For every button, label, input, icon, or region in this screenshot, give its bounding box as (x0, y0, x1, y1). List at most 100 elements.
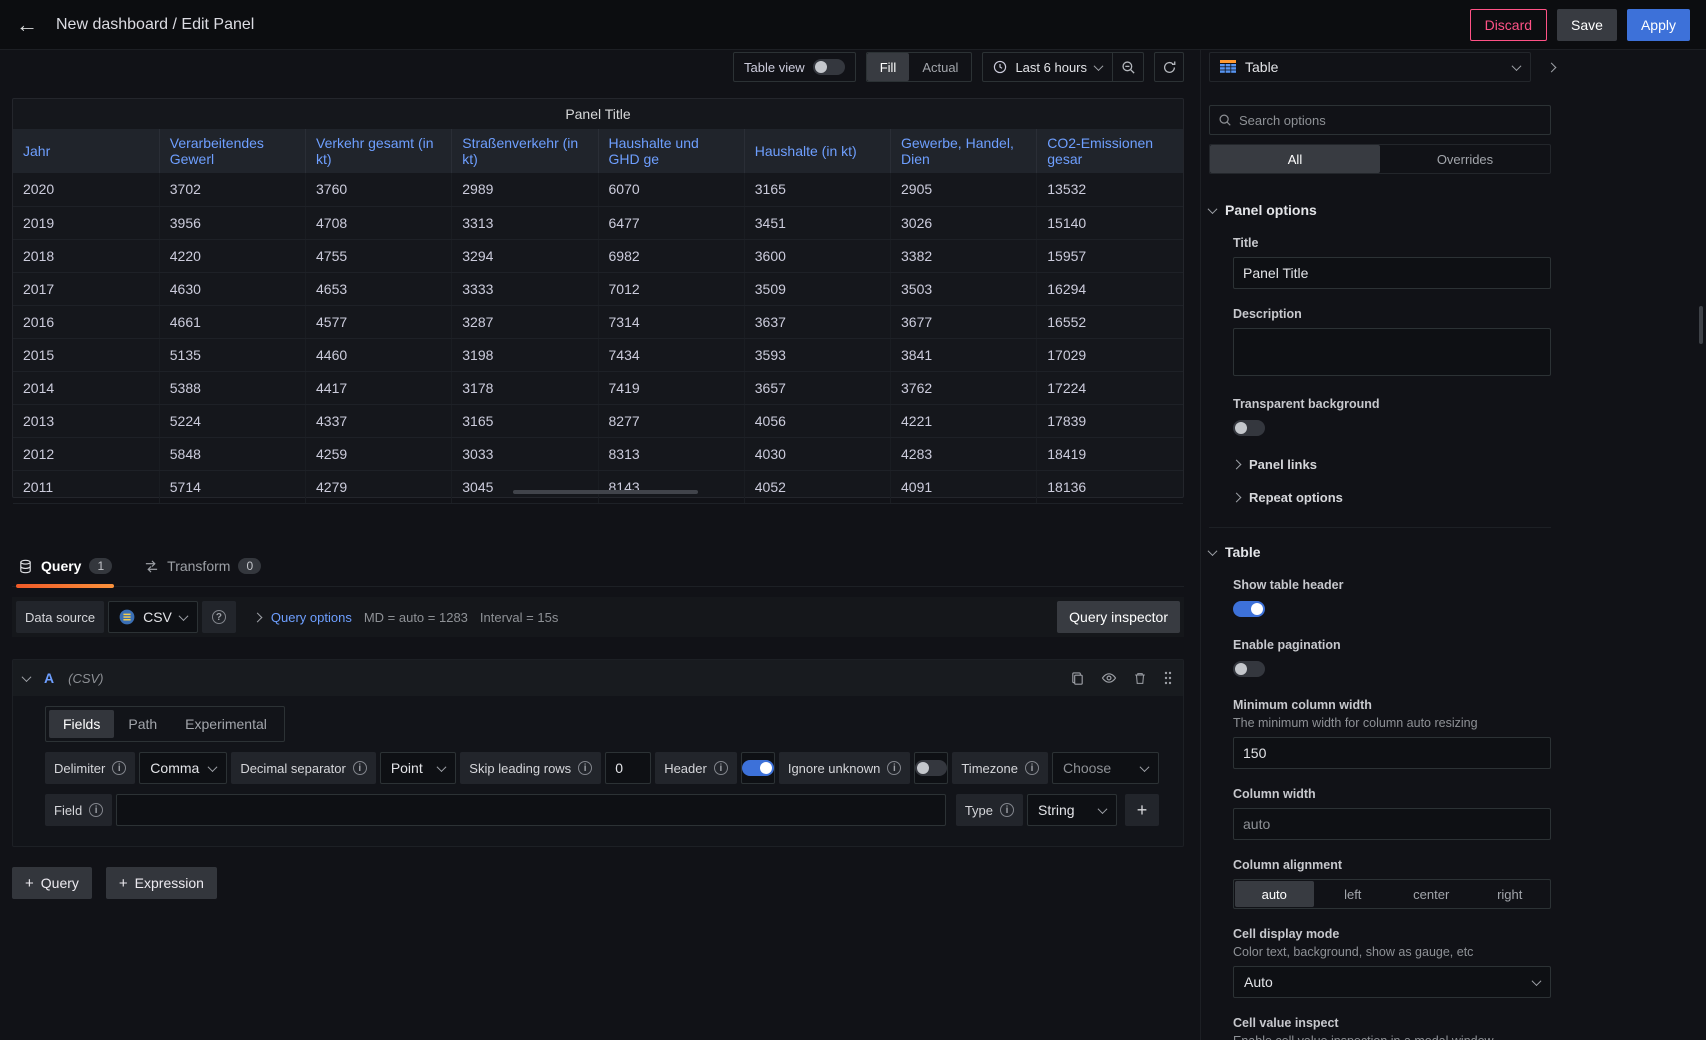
table-cell: 3165 (744, 173, 890, 206)
sidebar-scrollbar[interactable] (1699, 306, 1703, 344)
tab-all[interactable]: All (1210, 145, 1380, 173)
table-cell: 2020 (13, 173, 159, 206)
field-input[interactable] (116, 794, 946, 826)
table-cell: 2015 (13, 338, 159, 371)
back-arrow-icon[interactable]: ← (16, 14, 38, 36)
transparent-bg-toggle[interactable] (1233, 420, 1265, 436)
fill-actual-group: Fill Actual (866, 52, 973, 82)
chevron-right-icon (1546, 62, 1556, 72)
breadcrumb[interactable]: New dashboard / Edit Panel (56, 16, 254, 34)
options-pane: Table All Overrides Panel options Title (1201, 50, 1706, 1040)
add-query-button[interactable]: + Query (12, 867, 92, 899)
table-cell: 3702 (159, 173, 305, 206)
datasource-help-button[interactable]: ? (202, 601, 236, 633)
table-cell: 2018 (13, 239, 159, 272)
timezone-select[interactable]: Choose (1052, 752, 1159, 784)
chevron-right-icon (252, 612, 262, 622)
panel-options-section: Panel options Title Description Transpar… (1209, 202, 1706, 505)
min-column-width-input[interactable] (1233, 737, 1551, 769)
column-width-input[interactable] (1233, 808, 1551, 840)
table-cell: 3762 (891, 371, 1037, 404)
table-view-toggle[interactable] (813, 59, 845, 75)
tab-transform[interactable]: Transform 0 (142, 552, 263, 586)
add-query-row: + Query + Expression (12, 867, 1184, 899)
alignment-option-auto[interactable]: auto (1235, 881, 1314, 907)
table-cell: 5714 (159, 470, 305, 503)
chevron-down-icon (1532, 976, 1542, 986)
chevron-down-icon (1094, 61, 1104, 71)
time-range-picker[interactable]: Last 6 hours (983, 53, 1112, 81)
duplicate-query-icon[interactable] (1070, 671, 1085, 686)
column-header[interactable]: Haushalte (in kt) (744, 129, 890, 173)
column-header[interactable]: Haushalte und GHD ge (598, 129, 744, 173)
skip-leading-rows-input[interactable] (605, 752, 651, 784)
table-cell: 6070 (598, 173, 744, 206)
cell-value-inspect-desc: Enable cell value inspection in a modal … (1233, 1034, 1551, 1040)
delimiter-select[interactable]: Comma (139, 752, 227, 784)
tab-query[interactable]: Query 1 (16, 552, 114, 586)
query-refid[interactable]: A (44, 670, 54, 686)
delimiter-label-text: Delimiter (54, 761, 105, 776)
csv-tab-fields[interactable]: Fields (49, 710, 114, 738)
info-circle-icon: i (353, 761, 367, 775)
visualization-picker[interactable]: Table (1209, 52, 1531, 82)
delete-query-trash-icon[interactable] (1133, 671, 1147, 686)
header-toggle[interactable] (742, 760, 774, 776)
collapse-chevron-icon[interactable] (22, 672, 32, 682)
add-field-button[interactable]: + (1125, 794, 1159, 826)
table-cell: 3026 (891, 206, 1037, 239)
table-cell: 4279 (306, 470, 452, 503)
apply-button[interactable]: Apply (1627, 9, 1690, 41)
panel-links-collapse[interactable]: Panel links (1233, 457, 1551, 472)
hide-query-eye-icon[interactable] (1101, 670, 1117, 686)
table-row: 201842204755329469823600338215957 (13, 239, 1183, 272)
alignment-option-center[interactable]: center (1392, 881, 1471, 907)
column-header[interactable]: Gewerbe, Handel, Dien (891, 129, 1037, 173)
column-header[interactable]: Jahr (13, 129, 159, 173)
table-cell: 16552 (1037, 305, 1183, 338)
decimal-separator-select[interactable]: Point (380, 752, 456, 784)
alignment-option-left[interactable]: left (1314, 881, 1393, 907)
alignment-option-right[interactable]: right (1471, 881, 1550, 907)
csv-tab-experimental[interactable]: Experimental (171, 710, 281, 738)
table-cell: 3503 (891, 272, 1037, 305)
column-header[interactable]: Straßenverkehr (in kt) (452, 129, 598, 173)
zoom-out-button[interactable] (1113, 53, 1143, 81)
actual-option[interactable]: Actual (909, 53, 971, 81)
chevron-right-icon (1232, 460, 1242, 470)
type-select[interactable]: String (1027, 794, 1117, 826)
csv-tab-path[interactable]: Path (114, 710, 171, 738)
fill-option[interactable]: Fill (867, 53, 910, 81)
query-options-toggle[interactable]: Query options (254, 610, 352, 625)
enable-pagination-toggle[interactable] (1233, 661, 1265, 677)
repeat-options-collapse[interactable]: Repeat options (1233, 490, 1551, 505)
drag-handle-icon[interactable] (1163, 670, 1173, 686)
cell-display-mode-select[interactable]: Auto (1233, 966, 1551, 998)
show-table-header-toggle[interactable] (1233, 601, 1265, 617)
refresh-button[interactable] (1154, 52, 1184, 82)
enable-pagination-label: Enable pagination (1233, 638, 1551, 652)
panel-options-header[interactable]: Panel options (1209, 202, 1706, 218)
panel-title-input[interactable] (1233, 257, 1551, 289)
query-a-header[interactable]: A (CSV) (13, 660, 1183, 696)
table-cell: 2012 (13, 437, 159, 470)
table-view-label: Table view (744, 60, 805, 75)
datasource-picker[interactable]: CSV (108, 601, 198, 633)
ignore-unknown-label-text: Ignore unknown (788, 761, 881, 776)
tab-overrides[interactable]: Overrides (1380, 145, 1550, 173)
ignore-unknown-toggle[interactable] (915, 760, 947, 776)
table-options-header[interactable]: Table (1209, 544, 1551, 560)
query-inspector-button[interactable]: Query inspector (1057, 601, 1180, 633)
panel-description-textarea[interactable] (1233, 328, 1551, 376)
table-horizontal-scrollbar[interactable] (513, 490, 698, 494)
options-search-input[interactable] (1239, 113, 1542, 128)
skip-leading-rows-label-text: Skip leading rows (469, 761, 571, 776)
collapse-options-pane-button[interactable] (1539, 53, 1563, 81)
add-expression-button[interactable]: + Expression (106, 867, 217, 899)
discard-button[interactable]: Discard (1470, 9, 1547, 41)
column-header[interactable]: Verkehr gesamt (in kt) (306, 129, 452, 173)
transform-count-badge: 0 (238, 558, 261, 574)
column-header[interactable]: Verarbeitendes Gewerl (159, 129, 305, 173)
save-button[interactable]: Save (1557, 9, 1617, 41)
column-header[interactable]: CO2-Emissionen gesar (1037, 129, 1183, 173)
